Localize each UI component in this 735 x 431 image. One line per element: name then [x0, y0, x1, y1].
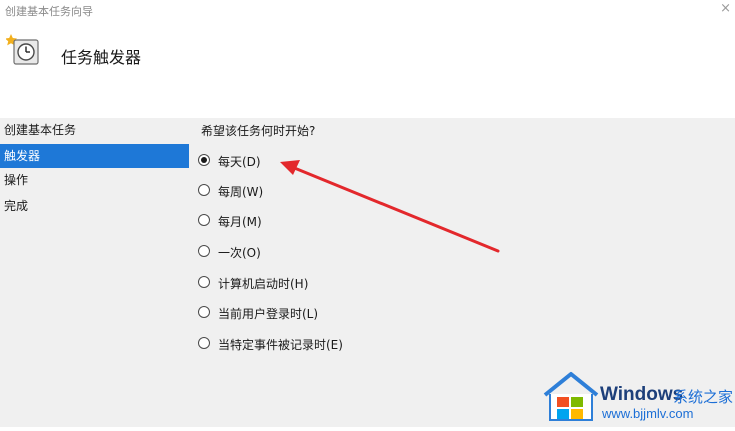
annotation-arrow [280, 160, 500, 253]
trigger-question: 希望该任务何时开始? [201, 124, 316, 138]
house-logo-icon [543, 372, 599, 421]
site-watermark: Windows 系统之家 www.bjjmlv.com [540, 370, 735, 427]
radio-button[interactable] [198, 214, 210, 226]
radio-label[interactable]: 当前用户登录时(L) [218, 305, 318, 322]
radio-label[interactable]: 计算机启动时(H) [218, 275, 308, 292]
radio-label[interactable]: 每月(M) [218, 213, 262, 230]
watermark-brand: Windows [600, 384, 684, 405]
radio-label[interactable]: 当特定事件被记录时(E) [218, 336, 343, 353]
radio-label[interactable]: 每天(D) [218, 153, 261, 170]
watermark-site-name: 系统之家 [673, 388, 734, 406]
nav-step-trigger[interactable]: 触发器 [0, 144, 189, 168]
radio-button[interactable] [198, 245, 210, 257]
nav-step-finish[interactable]: 完成 [0, 194, 189, 218]
page-title: 任务触发器 [61, 48, 142, 67]
radio-button[interactable] [198, 184, 210, 196]
task-clock-icon [6, 34, 39, 65]
radio-button[interactable] [198, 337, 210, 349]
wizard-header: 任务触发器 [0, 22, 735, 118]
nav-step-create-basic-task[interactable]: 创建基本任务 [0, 118, 189, 142]
close-icon[interactable]: × [720, 1, 731, 16]
title-bar: 创建基本任务向导 × [0, 0, 735, 22]
radio-label[interactable]: 一次(O) [218, 244, 261, 261]
radio-button[interactable] [198, 154, 210, 166]
watermark-url: www.bjjmlv.com [602, 406, 694, 421]
window-title: 创建基本任务向导 [5, 5, 93, 18]
radio-button[interactable] [198, 306, 210, 318]
radio-button[interactable] [198, 276, 210, 288]
nav-step-action[interactable]: 操作 [0, 168, 189, 192]
radio-label[interactable]: 每周(W) [218, 183, 263, 200]
